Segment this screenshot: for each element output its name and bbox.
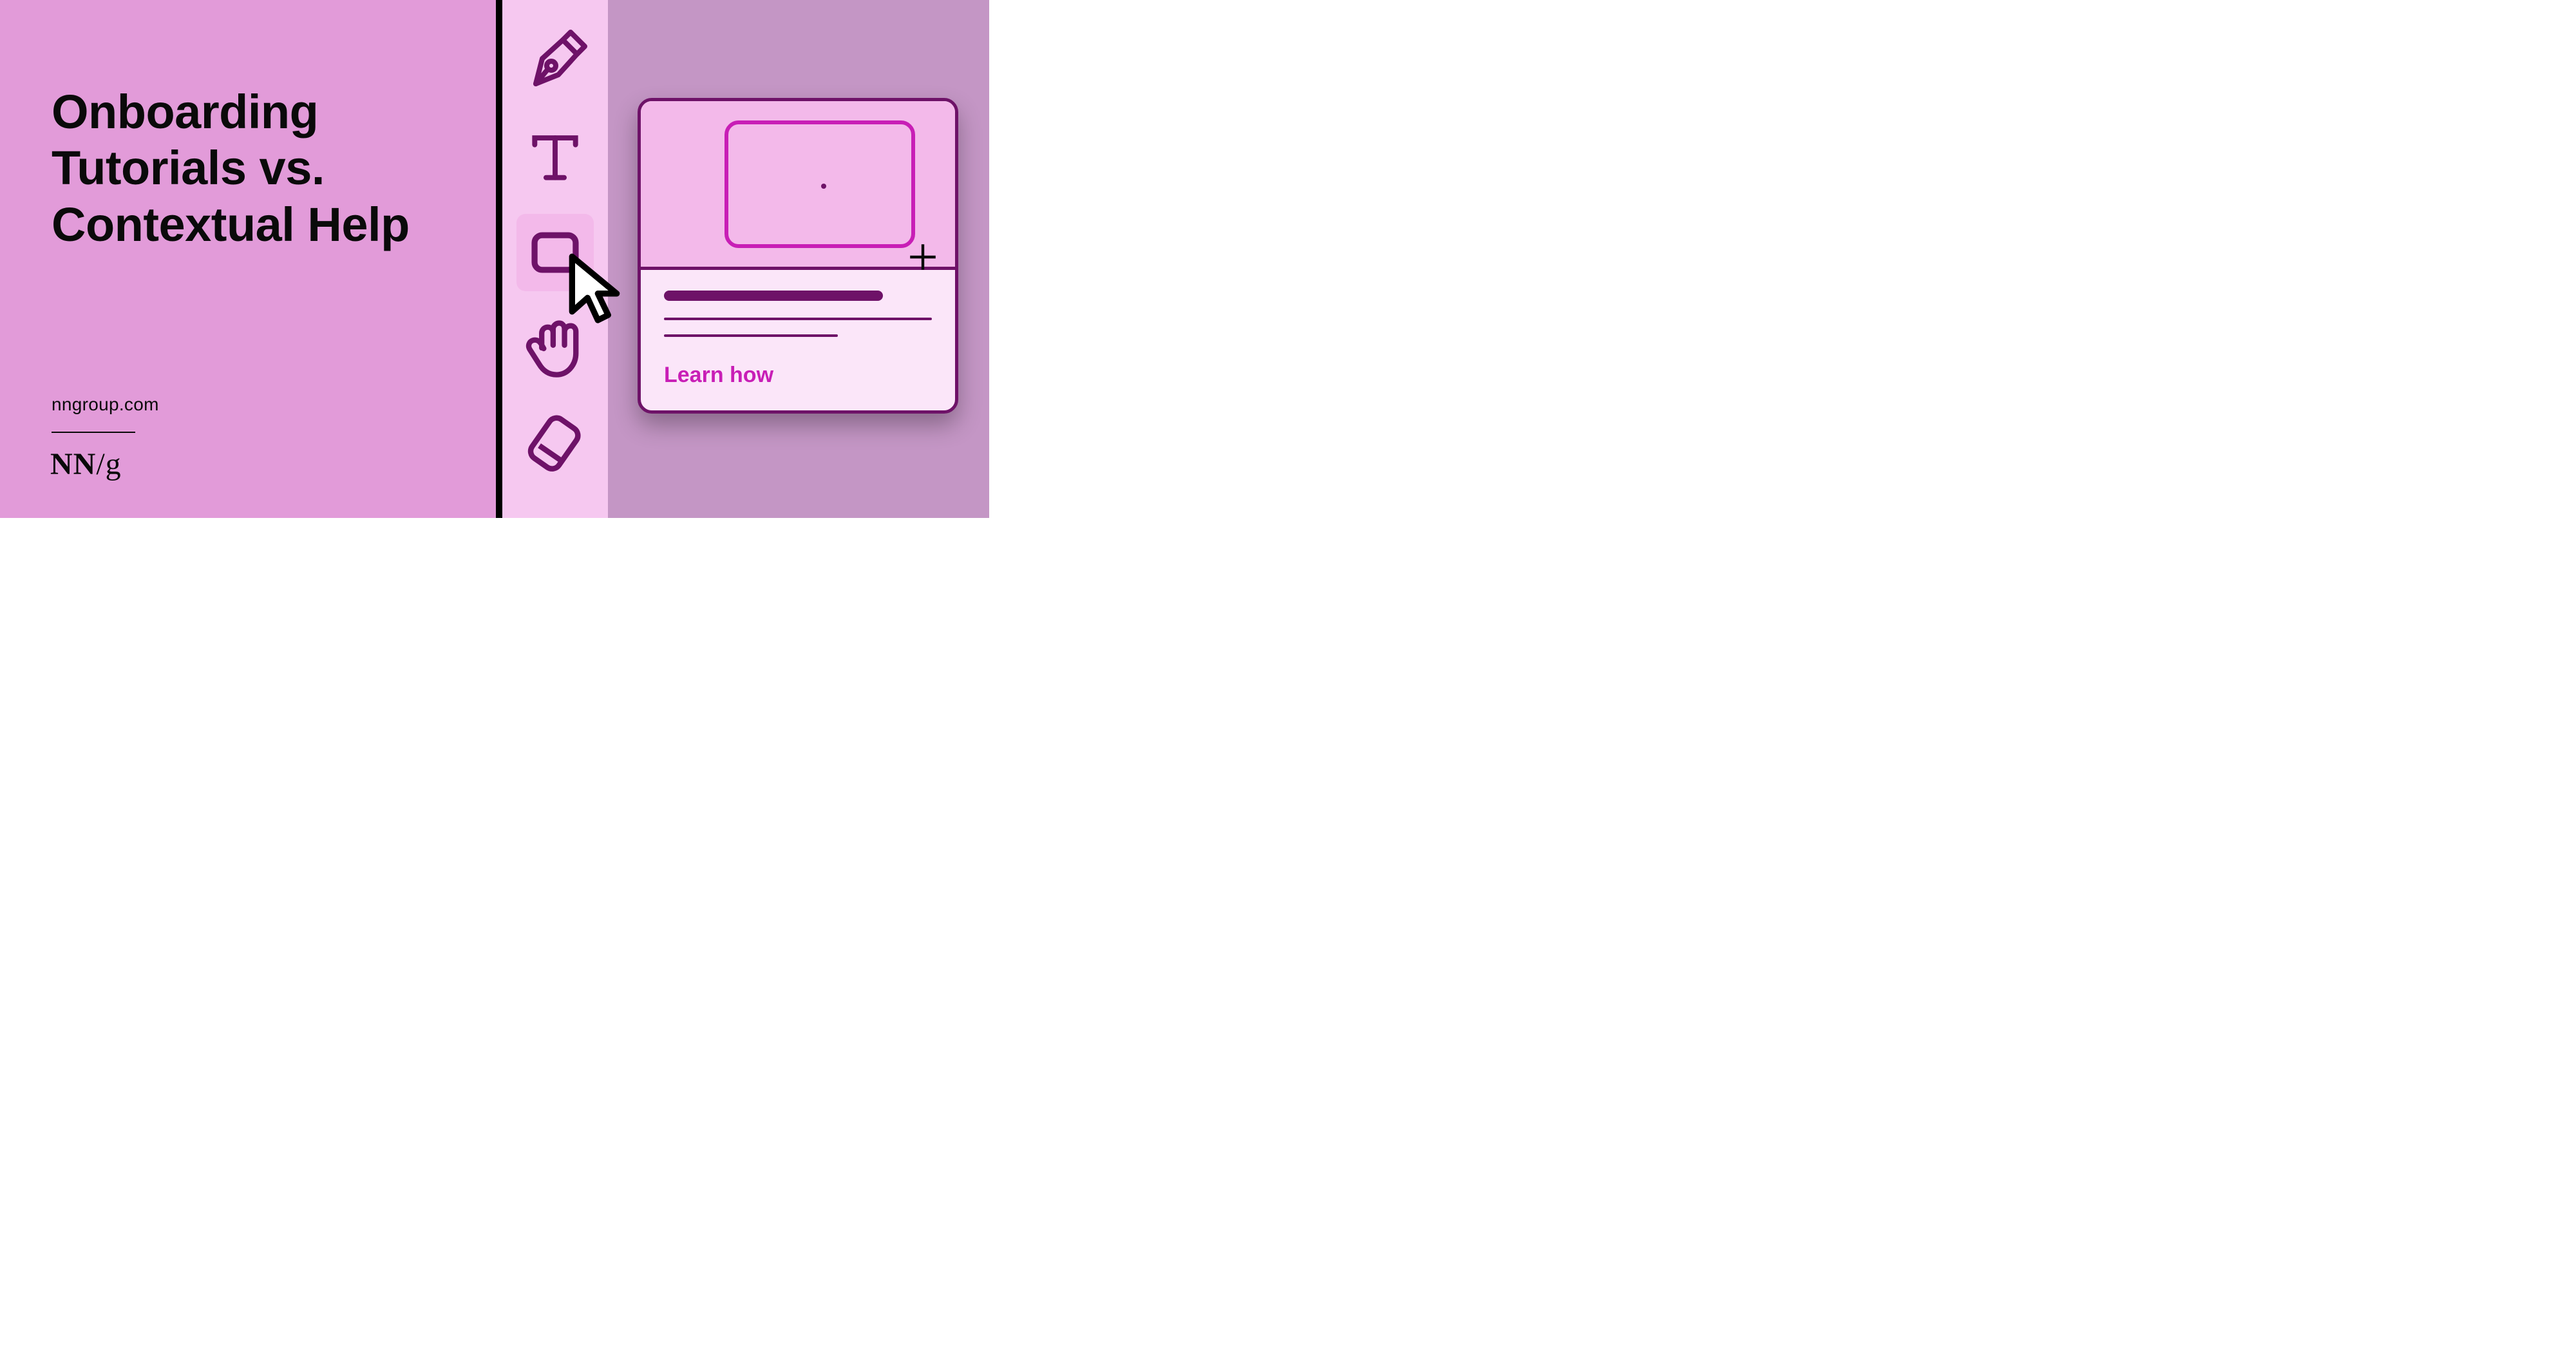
title-line-1: Onboarding — [52, 85, 318, 139]
popover-heading-placeholder — [664, 291, 883, 301]
left-panel: Onboarding Tutorials vs. Contextual Help… — [0, 0, 496, 518]
logo-slash: / — [96, 447, 105, 481]
nng-logo: NN/g — [50, 446, 122, 482]
center-dot-icon — [821, 184, 826, 189]
toolbar — [502, 0, 608, 518]
rectangle-tool-icon — [528, 225, 582, 280]
promo-canvas: Onboarding Tutorials vs. Contextual Help… — [0, 0, 989, 518]
divider-line — [52, 432, 135, 433]
logo-g: g — [106, 447, 122, 481]
pen-tool-button[interactable] — [516, 23, 594, 100]
rectangle-tool-button[interactable] — [516, 214, 594, 291]
learn-how-link[interactable]: Learn how — [664, 363, 773, 388]
article-title: Onboarding Tutorials vs. Contextual Help — [52, 84, 496, 253]
logo-nn: NN — [50, 447, 96, 481]
vertical-divider — [496, 0, 502, 518]
popover-text-line — [664, 334, 838, 337]
eraser-tool-button[interactable] — [516, 405, 594, 482]
pen-tool-icon — [523, 30, 587, 94]
popover-text-line — [664, 318, 932, 320]
drawn-rectangle — [724, 120, 915, 248]
title-line-3: Contextual Help — [52, 198, 410, 251]
popover-body: Learn how — [641, 270, 955, 388]
title-line-2: Tutorials vs. — [52, 141, 325, 195]
text-tool-button[interactable] — [516, 119, 594, 196]
eraser-tool-icon — [525, 413, 585, 474]
popover-preview-area — [641, 101, 955, 270]
hand-tool-button[interactable] — [516, 309, 594, 387]
hand-tool-icon — [522, 314, 589, 381]
right-panel: Learn how — [608, 0, 989, 518]
site-url: nngroup.com — [52, 394, 159, 415]
contextual-help-popover: Learn how — [638, 98, 958, 414]
crosshair-icon — [909, 243, 937, 271]
text-tool-icon — [527, 129, 583, 186]
